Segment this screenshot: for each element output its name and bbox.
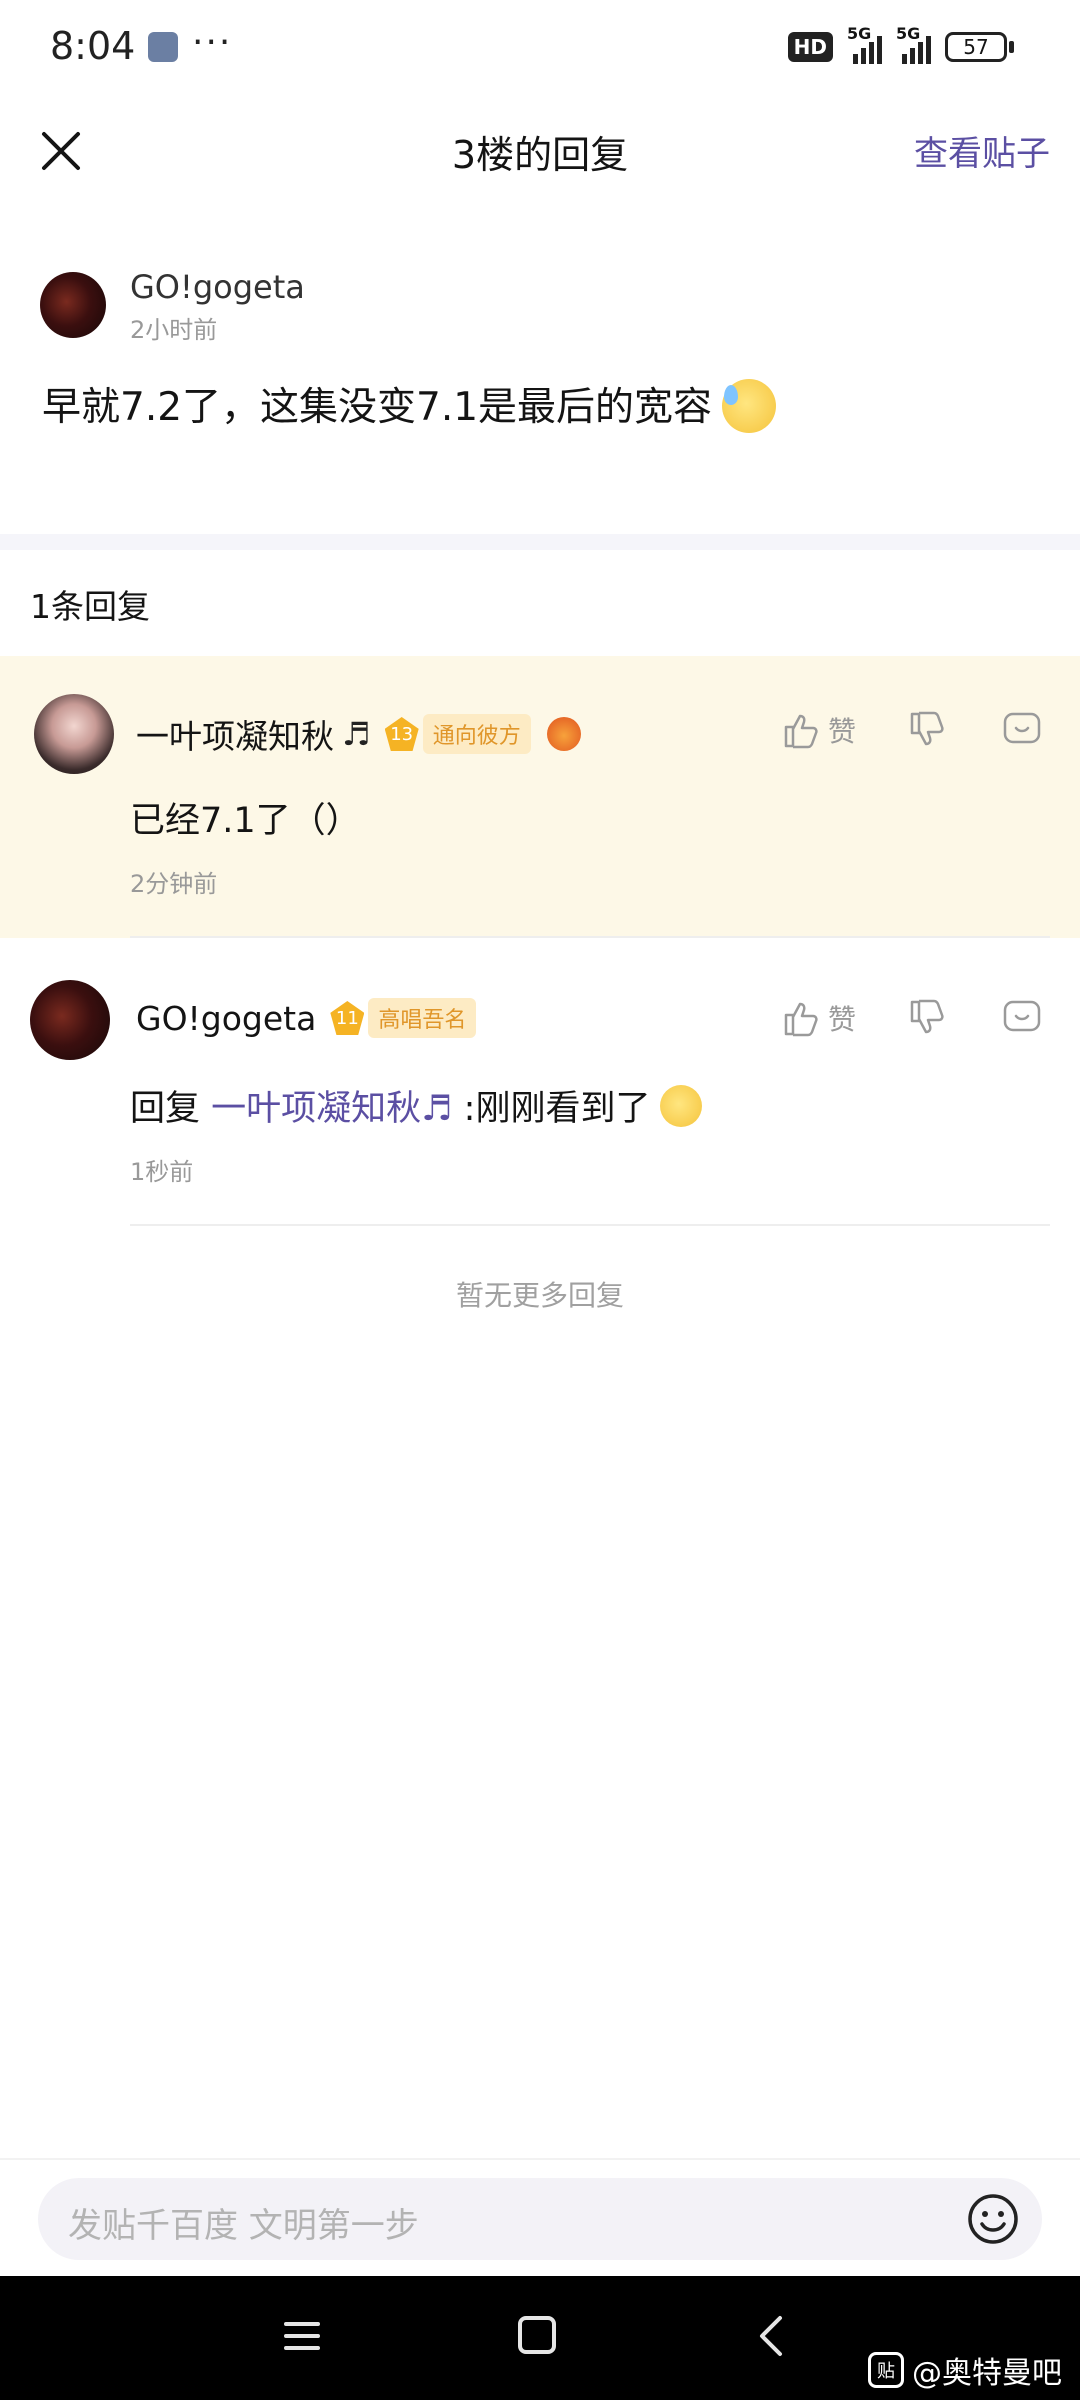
divider [130, 1224, 1050, 1226]
thumb-down-icon[interactable] [908, 710, 948, 750]
avatar[interactable] [30, 980, 110, 1060]
reply-item[interactable]: GO!gogeta 11 高唱吾名 赞 回复 一叶项凝知秋♬ :刚刚看到了 1秒… [0, 944, 1080, 1226]
status-time: 8:04 [50, 24, 136, 68]
reply-text: :刚刚看到了 [452, 1089, 651, 1129]
post-time: 2小时前 [130, 316, 218, 344]
reply-content: 回复 一叶项凝知秋♬ :刚刚看到了 [130, 1080, 703, 1131]
signal-icon-2: 5G [896, 24, 931, 64]
battery-level: 57 [945, 32, 1007, 62]
title-tag: 通向彼方 [422, 714, 531, 754]
reply-header: 一叶项凝知秋 ♬ 13 通向彼方 [136, 710, 581, 758]
laugh-emoji-icon [660, 1085, 703, 1127]
level-badge: 13 [384, 717, 419, 751]
hd-voice-icon: HD [787, 32, 833, 62]
like-button[interactable]: 赞 [782, 998, 856, 1038]
thumb-up-icon [784, 1002, 818, 1037]
reply-actions: 赞 [782, 998, 1042, 1038]
reply-prefix: 回复 [130, 1089, 212, 1129]
reply-username[interactable]: 一叶项凝知秋 [136, 710, 334, 758]
reply-input[interactable]: 发贴千百度 文明第一步 [38, 2178, 1042, 2260]
music-note-icon: ♬ [421, 1089, 453, 1129]
like-label: 赞 [827, 715, 856, 748]
thumb-down-icon[interactable] [908, 998, 948, 1038]
reply-item[interactable]: 一叶项凝知秋 ♬ 13 通向彼方 赞 已经7.1了（） 2分钟前 [0, 656, 1080, 938]
reply-time: 1秒前 [130, 1158, 194, 1186]
reply-username[interactable]: GO!gogeta [136, 999, 316, 1038]
avatar[interactable] [34, 694, 114, 774]
input-placeholder: 发贴千百度 文明第一步 [68, 2206, 419, 2246]
reply-input-bar: 发贴千百度 文明第一步 [0, 2158, 1080, 2276]
watermark-text: @奥特曼吧 [912, 2356, 1062, 2391]
reply-count: 1条回复 [30, 587, 150, 626]
tieba-logo-icon: 贴 [868, 2352, 904, 2388]
system-nav-bar: 贴 @奥特曼吧 [0, 2276, 1080, 2400]
view-post-link[interactable]: 查看贴子 [914, 126, 1050, 175]
like-button[interactable]: 赞 [782, 710, 856, 750]
signal-icon: 5G [847, 24, 882, 64]
post-content: 早就7.2了，这集没变7.1是最后的宽容 [42, 376, 777, 437]
battery-icon: 57 [945, 32, 1014, 62]
status-indicators: HD 5G 5G 57 [787, 24, 1014, 64]
gamepad-badge-icon [546, 717, 581, 751]
menu-icon[interactable] [282, 2316, 322, 2356]
post-text: 早就7.2了，这集没变7.1是最后的宽容 [42, 385, 713, 430]
sweat-emoji-icon [722, 378, 777, 433]
reply-content: 已经7.1了（） [130, 801, 361, 841]
like-label: 赞 [827, 1003, 856, 1036]
comment-icon[interactable] [1002, 998, 1042, 1038]
reply-actions: 赞 [782, 710, 1042, 750]
title-tag: 高唱吾名 [368, 998, 477, 1038]
reply-time: 2分钟前 [130, 870, 218, 898]
home-icon[interactable] [518, 2316, 556, 2354]
no-more-replies: 暂无更多回复 [455, 1279, 624, 1312]
header: 3楼的回复 查看贴子 [0, 98, 1080, 198]
app-notification-icon [148, 32, 178, 62]
status-bar: 8:04 ··· HD 5G 5G 57 [0, 0, 1080, 98]
comment-icon[interactable] [1002, 710, 1042, 750]
section-divider [0, 534, 1080, 550]
level-badge: 11 [330, 1001, 365, 1035]
reply-header: GO!gogeta 11 高唱吾名 [136, 998, 477, 1038]
back-icon[interactable] [752, 2314, 792, 2358]
more-notifications-icon: ··· [192, 22, 233, 63]
avatar[interactable] [40, 272, 106, 338]
music-note-icon: ♬ [342, 715, 371, 753]
mention-link[interactable]: 一叶项凝知秋♬ [211, 1089, 452, 1129]
divider [130, 936, 1050, 938]
post-username[interactable]: GO!gogeta [130, 268, 305, 306]
emoji-icon[interactable] [966, 2192, 1020, 2246]
watermark: 贴 @奥特曼吧 [868, 2348, 1062, 2392]
thumb-up-icon [784, 714, 818, 749]
